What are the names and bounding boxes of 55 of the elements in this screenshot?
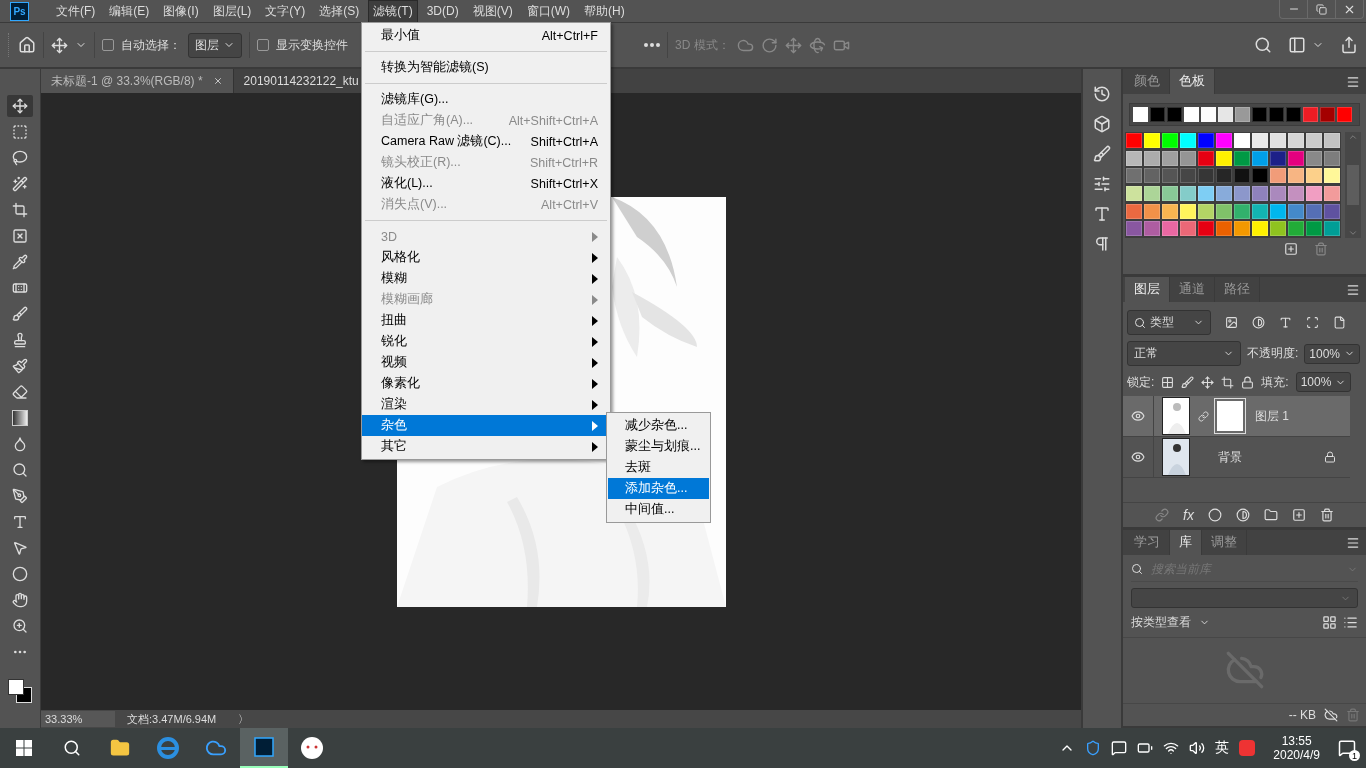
menu-item[interactable]: 中间值... xyxy=(608,499,709,520)
layer-row[interactable]: 背景 xyxy=(1123,437,1350,478)
menu-item[interactable]: 视图(V) xyxy=(467,0,518,23)
opacity-field[interactable]: 100% xyxy=(1304,343,1361,364)
view-label[interactable]: 按类型查看 xyxy=(1131,614,1191,631)
document-tab[interactable]: 未标题-1 @ 33.3%(RGB/8) * xyxy=(41,69,234,93)
zoom-level: 33.33% xyxy=(41,711,115,727)
menu-item[interactable]: 文件(F) xyxy=(51,0,101,23)
menu-item[interactable]: 3D(D) xyxy=(421,1,464,21)
filter-dropdown[interactable]: 类型 xyxy=(1127,310,1211,335)
layer-row[interactable]: 图层 1 xyxy=(1123,396,1350,437)
menu-item[interactable]: 滤镜(T) xyxy=(368,0,418,23)
storage-size: -- KB xyxy=(1288,708,1316,722)
menu-item[interactable]: 帮助(H) xyxy=(579,0,630,23)
fill-label: 填充: xyxy=(1261,373,1289,391)
menu-item[interactable]: 图层(L) xyxy=(207,0,257,23)
menu-item[interactable]: 扭曲 xyxy=(362,310,610,331)
menu-item[interactable]: 像素化 xyxy=(362,373,610,394)
notification-count: 1 xyxy=(1349,750,1360,761)
panel-tab[interactable]: 色板 xyxy=(1170,69,1215,94)
menu-item[interactable]: 渲染 xyxy=(362,394,610,415)
panel-tab[interactable]: 库 xyxy=(1170,530,1202,555)
menu-item[interactable]: 风格化 xyxy=(362,247,610,268)
menu-item[interactable]: 其它 xyxy=(362,436,610,457)
menu-item[interactable]: 添加杂色... xyxy=(608,478,709,499)
target-dropdown[interactable]: 图层 xyxy=(188,32,242,58)
panel-tab[interactable]: 图层 xyxy=(1125,277,1170,302)
menu-item[interactable]: 文字(Y) xyxy=(260,0,311,23)
menu-item[interactable]: 去斑 xyxy=(608,457,709,478)
opacity-label: 不透明度: xyxy=(1247,345,1299,362)
layer-name: 图层 1 xyxy=(1255,407,1289,425)
fill-field[interactable]: 100% xyxy=(1295,372,1352,392)
menu-item[interactable]: 选择(S) xyxy=(314,0,365,23)
menu-item[interactable]: 液化(L)... Shift+Ctrl+X xyxy=(362,173,610,194)
menu-item[interactable]: 窗口(W) xyxy=(521,0,575,23)
menu-item[interactable]: 模糊 xyxy=(362,268,610,289)
document-size: 文档:3.47M/6.94M xyxy=(127,711,217,727)
menu-item[interactable]: 锐化 xyxy=(362,331,610,352)
blend-mode-dropdown[interactable]: 正常 xyxy=(1127,341,1241,366)
menu-item[interactable]: 视频 xyxy=(362,352,610,373)
menu-item[interactable]: 编辑(E) xyxy=(104,0,155,23)
status-arrow[interactable]: 〉 xyxy=(238,711,250,727)
checkbox-label: 自动选择： xyxy=(121,36,181,54)
checkbox-label: 显示变换控件 xyxy=(276,36,348,54)
app-logo: Ps xyxy=(10,1,29,21)
menu-item[interactable]: 最小值 Alt+Ctrl+F xyxy=(362,25,610,46)
effects-button[interactable]: fx xyxy=(1183,507,1194,523)
menu-item[interactable]: 蒙尘与划痕... xyxy=(608,436,709,457)
clock[interactable]: 13:55 2020/4/9 xyxy=(1273,734,1320,762)
layer-name: 背景 xyxy=(1218,448,1242,466)
lock-label: 锁定: xyxy=(1127,373,1155,391)
menu-item[interactable]: 图像(I) xyxy=(158,0,204,23)
menu-item[interactable]: 减少杂色... xyxy=(608,415,709,436)
menu-item[interactable]: Camera Raw 滤镜(C)... Shift+Ctrl+A xyxy=(362,131,610,152)
input-language[interactable]: 英 xyxy=(1215,739,1230,757)
